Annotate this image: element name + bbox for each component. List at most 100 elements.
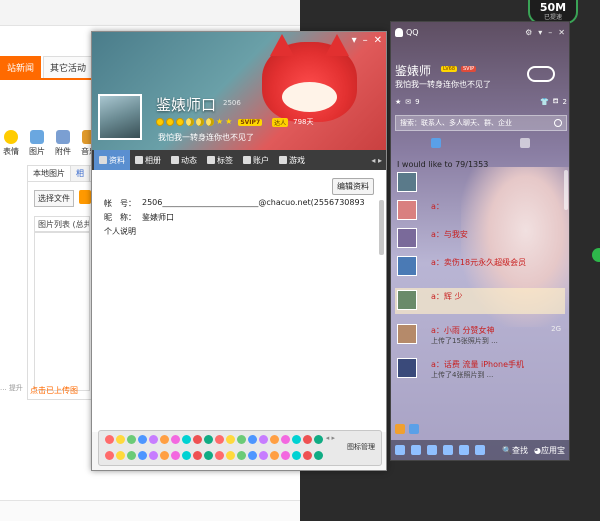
avatar[interactable]	[397, 324, 417, 344]
icon-manage-button[interactable]: 图标管理	[347, 442, 375, 452]
emoji-icon[interactable]	[160, 451, 169, 460]
chat-tab-icon[interactable]	[519, 138, 530, 148]
skin-icon[interactable]: ▾	[538, 28, 542, 37]
close-icon[interactable]: ✕	[558, 28, 565, 37]
list-item[interactable]: a：小雨 分赞女神 上传了15张照片到 ... 2G	[395, 322, 565, 348]
edit-profile-button[interactable]: 编辑资料	[332, 178, 374, 195]
list-item[interactable]: a：	[395, 198, 565, 224]
emoji-icon[interactable]	[204, 451, 213, 460]
emoji-icon[interactable]	[292, 451, 301, 460]
app-store-button[interactable]: ◕应用宝	[534, 445, 565, 456]
emoji-icon[interactable]	[138, 435, 147, 444]
list-item[interactable]: a：卖伤18元永久超级会员	[395, 254, 565, 280]
minimize-icon[interactable]: –	[363, 35, 368, 46]
emoji-icon[interactable]	[171, 451, 180, 460]
emoji-icon[interactable]	[160, 435, 169, 444]
contacts-icon[interactable]: ⛾	[553, 97, 559, 106]
tab-local-image[interactable]: 本地图片	[28, 166, 71, 181]
upload-button[interactable]	[79, 190, 91, 204]
list-item[interactable]: a：与我安	[395, 226, 565, 252]
group-header[interactable]: I would like to 79/1353	[397, 160, 488, 169]
emoji-tool[interactable]: 表情	[0, 130, 22, 157]
emoji-icon[interactable]	[248, 435, 257, 444]
list-item[interactable]: a：辉 少	[395, 288, 565, 314]
menu-icon[interactable]	[395, 445, 405, 455]
svip-badge[interactable]: SVIP7	[238, 118, 263, 126]
emoji-icon[interactable]	[138, 451, 147, 460]
emoji-icon[interactable]	[215, 435, 224, 444]
emoji-arrows-icon[interactable]: ◂ ▸	[326, 434, 335, 442]
tab-games[interactable]: 游戏	[274, 150, 310, 170]
qq-nickname[interactable]: 鉴婊师	[395, 62, 431, 79]
emoji-icon[interactable]	[127, 451, 136, 460]
emoji-icon[interactable]	[193, 451, 202, 460]
choose-file-button[interactable]: 选择文件	[34, 190, 74, 207]
emoji-icon[interactable]	[237, 435, 246, 444]
emoji-icon[interactable]	[127, 435, 136, 444]
emoji-icon[interactable]	[270, 435, 279, 444]
skin-icon[interactable]: ▾	[352, 35, 357, 46]
mail-icon[interactable]: ✉	[405, 98, 411, 106]
weather-cloud-icon[interactable]	[527, 66, 555, 82]
avatar[interactable]	[397, 358, 417, 378]
emoji-icon[interactable]	[105, 435, 114, 444]
emoji-icon[interactable]	[182, 451, 191, 460]
emoji-icon[interactable]	[116, 435, 125, 444]
emoji-icon[interactable]	[171, 435, 180, 444]
shirt-icon[interactable]: 👕	[540, 98, 549, 106]
emoji-icon[interactable]	[215, 451, 224, 460]
attachment-tool[interactable]: 附件	[52, 130, 74, 157]
tab-account[interactable]: 账户	[238, 150, 274, 170]
avatar[interactable]	[397, 172, 417, 192]
find-button[interactable]: 🔍查找	[502, 445, 528, 456]
image-tool[interactable]: 图片	[26, 130, 48, 157]
tab-profile[interactable]: 资料	[94, 150, 130, 170]
tab-feed[interactable]: 动态	[166, 150, 202, 170]
mail-icon[interactable]	[459, 445, 469, 455]
avatar[interactable]	[98, 94, 142, 140]
vip-level-badge[interactable]: LV68	[441, 66, 458, 72]
emoji-icon[interactable]	[314, 451, 323, 460]
contacts-tab-icon[interactable]	[430, 138, 441, 148]
tab-other-activities[interactable]: 其它活动	[43, 56, 94, 78]
emoji-icon[interactable]	[226, 451, 235, 460]
talent-badge[interactable]: 达人	[272, 117, 289, 127]
emoji-icon[interactable]	[204, 435, 213, 444]
qq-signature[interactable]: 我怕我一转身连你也不见了	[395, 79, 491, 90]
tab-album[interactable]: 相册	[130, 150, 166, 170]
emoji-icon[interactable]	[226, 435, 235, 444]
search-icon[interactable]	[554, 119, 562, 127]
emoji-icon[interactable]	[303, 435, 312, 444]
emoji-icon[interactable]	[193, 435, 202, 444]
settings-icon[interactable]	[411, 445, 421, 455]
emoji-icon[interactable]	[149, 451, 158, 460]
emoji-icon[interactable]	[105, 451, 114, 460]
emoji-icon[interactable]	[149, 435, 158, 444]
emoji-icon[interactable]	[303, 451, 312, 460]
grid-icon[interactable]	[475, 445, 485, 455]
close-icon[interactable]: ✕	[374, 35, 382, 46]
emoji-icon[interactable]	[237, 451, 246, 460]
emoji-icon[interactable]	[281, 451, 290, 460]
avatar[interactable]	[397, 290, 417, 310]
avatar[interactable]	[397, 228, 417, 248]
list-item[interactable]	[395, 170, 565, 196]
emoji-icon[interactable]	[259, 451, 268, 460]
emoji-icon[interactable]	[182, 435, 191, 444]
nav-arrows-icon[interactable]: ◂ ▸	[371, 156, 386, 165]
svip-badge[interactable]: SVIP	[461, 66, 477, 72]
emoji-icon[interactable]	[259, 435, 268, 444]
emoji-icon[interactable]	[116, 451, 125, 460]
search-input[interactable]: 搜索：联系人、多人聊天、群、企业	[395, 115, 567, 131]
floating-ball[interactable]	[592, 248, 600, 262]
tab-album[interactable]: 相	[71, 166, 90, 181]
star-icon[interactable]: ★	[395, 98, 401, 106]
avatar[interactable]	[397, 200, 417, 220]
folder-icon[interactable]	[443, 445, 453, 455]
scrollbar[interactable]	[379, 200, 384, 255]
app-icon[interactable]	[395, 424, 405, 434]
emoji-icon[interactable]	[314, 435, 323, 444]
emoji-icon[interactable]	[292, 435, 301, 444]
minimize-icon[interactable]: –	[548, 28, 552, 37]
avatar[interactable]	[397, 256, 417, 276]
